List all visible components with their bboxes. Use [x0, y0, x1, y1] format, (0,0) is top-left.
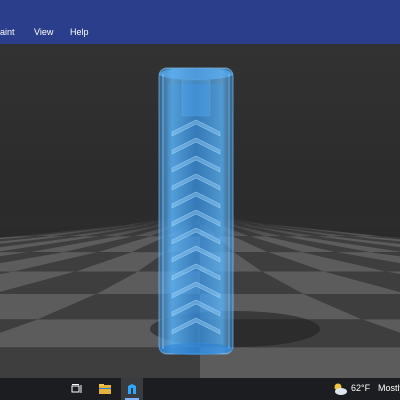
weather-icon [334, 383, 347, 395]
task-view-icon [71, 384, 82, 393]
weather-condition[interactable]: Mostly c [378, 383, 400, 393]
weather-temperature[interactable]: 62°F [351, 383, 370, 393]
3d-viewport[interactable] [0, 44, 400, 378]
3d-model-cylinder [158, 67, 234, 355]
menu-view[interactable]: View [34, 27, 53, 37]
file-explorer-button[interactable] [94, 378, 116, 400]
3d-viewer-app-button[interactable] [121, 378, 143, 400]
viewport-scene [0, 67, 400, 378]
file-explorer-icon [99, 384, 111, 394]
windows-taskbar: 62°F Mostly c [0, 378, 400, 400]
menu-paint[interactable]: aint [0, 27, 15, 37]
menu-help[interactable]: Help [70, 27, 89, 37]
3d-viewer-app-icon [128, 384, 136, 394]
menu-bar: aint View Help [0, 0, 400, 44]
task-view-button[interactable] [66, 378, 88, 400]
